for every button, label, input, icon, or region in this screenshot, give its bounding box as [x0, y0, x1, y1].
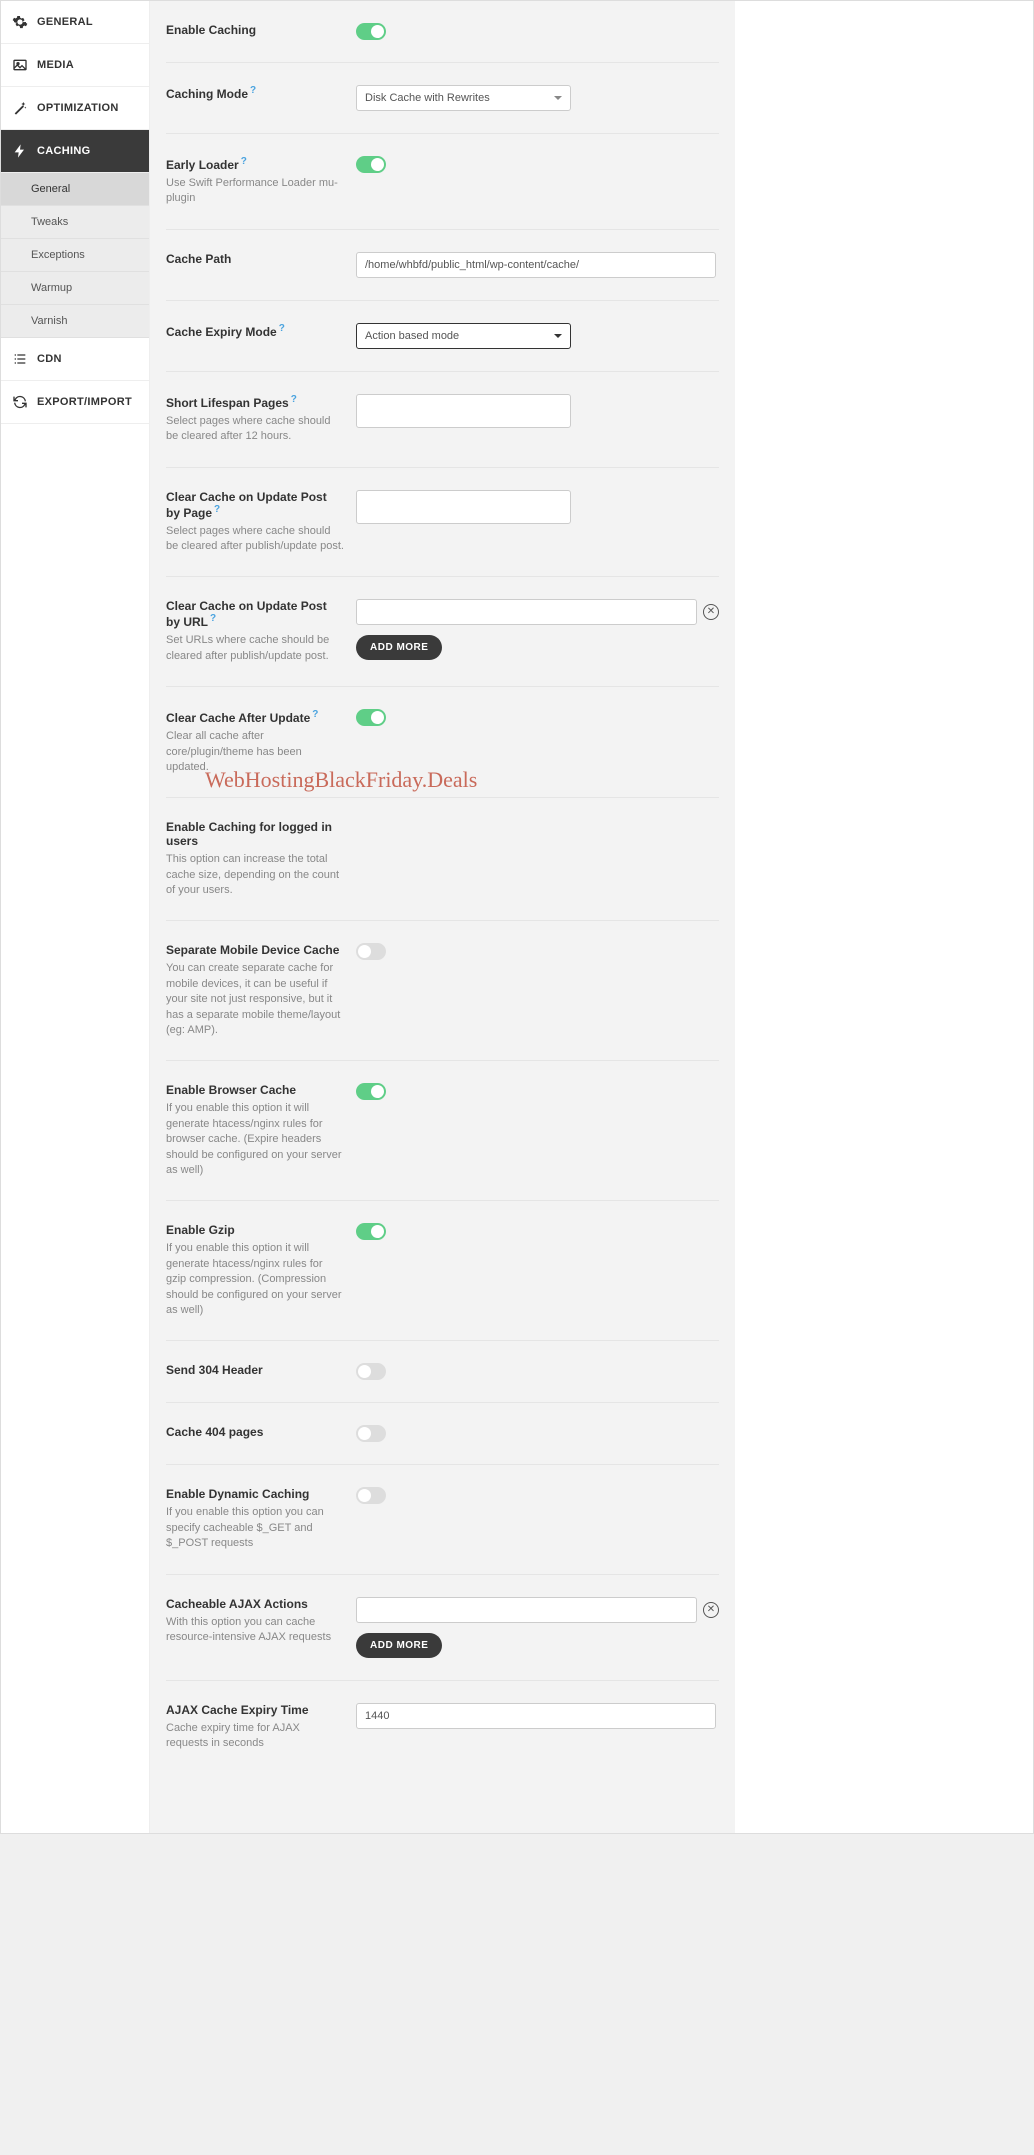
toggle-early-loader[interactable]	[356, 156, 386, 173]
help-icon[interactable]: ?	[214, 504, 220, 515]
label-dynamic: Enable Dynamic Caching	[166, 1487, 309, 1501]
desc-ajax-expiry: Cache expiry time for AJAX requests in s…	[166, 1721, 344, 1752]
sidebar: GENERAL MEDIA OPTIMIZATION CACHING Gener…	[1, 1, 150, 1833]
toggle-mobile[interactable]	[356, 943, 386, 960]
desc-update-by-page: Select pages where cache should be clear…	[166, 524, 344, 555]
nav-optimization[interactable]: OPTIMIZATION	[1, 87, 149, 130]
input-short-lifespan[interactable]	[356, 394, 571, 428]
wand-icon	[11, 99, 29, 117]
label-gzip: Enable Gzip	[166, 1223, 235, 1237]
help-icon[interactable]: ?	[279, 323, 285, 334]
input-ajax-actions[interactable]	[356, 1597, 697, 1623]
toggle-dynamic[interactable]	[356, 1487, 386, 1504]
desc-logged-in: This option can increase the total cache…	[166, 852, 344, 898]
nav-label: EXPORT/IMPORT	[37, 396, 132, 408]
label-ajax-expiry: AJAX Cache Expiry Time	[166, 1703, 309, 1717]
toggle-send-304[interactable]	[356, 1363, 386, 1380]
subnav-tweaks[interactable]: Tweaks	[1, 206, 149, 239]
nav-caching[interactable]: CACHING	[1, 130, 149, 173]
input-ajax-expiry[interactable]	[356, 1703, 716, 1729]
label-enable-caching: Enable Caching	[166, 23, 256, 37]
bolt-icon	[11, 142, 29, 160]
toggle-gzip[interactable]	[356, 1223, 386, 1240]
nav-label: CACHING	[37, 145, 90, 157]
nav-export-import[interactable]: EXPORT/IMPORT	[1, 381, 149, 424]
desc-dynamic: If you enable this option you can specif…	[166, 1505, 344, 1551]
toggle-after-update[interactable]	[356, 709, 386, 726]
toggle-browser-cache[interactable]	[356, 1083, 386, 1100]
nav-media[interactable]: MEDIA	[1, 44, 149, 87]
label-update-by-url: Clear Cache on Update Post by URL	[166, 599, 327, 629]
nav-label: CDN	[37, 353, 62, 365]
desc-short-lifespan: Select pages where cache should be clear…	[166, 414, 344, 445]
desc-update-by-url: Set URLs where cache should be cleared a…	[166, 633, 344, 664]
help-icon[interactable]: ?	[250, 85, 256, 96]
image-icon	[11, 56, 29, 74]
help-icon[interactable]: ?	[241, 156, 247, 167]
desc-gzip: If you enable this option it will genera…	[166, 1241, 344, 1318]
label-cache-path: Cache Path	[166, 252, 231, 266]
label-logged-in: Enable Caching for logged in users	[166, 820, 332, 848]
list-icon	[11, 350, 29, 368]
subnav-general[interactable]: General	[1, 173, 149, 206]
gear-icon	[11, 13, 29, 31]
help-icon[interactable]: ?	[291, 394, 297, 405]
label-caching-mode: Caching Mode	[166, 87, 248, 101]
nav-label: MEDIA	[37, 59, 74, 71]
toggle-enable-caching[interactable]	[356, 23, 386, 40]
nav-label: GENERAL	[37, 16, 93, 28]
subnav-exceptions[interactable]: Exceptions	[1, 239, 149, 272]
desc-browser-cache: If you enable this option it will genera…	[166, 1101, 344, 1178]
input-update-by-url[interactable]	[356, 599, 697, 625]
add-more-button[interactable]: ADD MORE	[356, 1633, 442, 1658]
label-browser-cache: Enable Browser Cache	[166, 1083, 296, 1097]
desc-after-update: Clear all cache after core/plugin/theme …	[166, 729, 344, 775]
settings-panel: WebHostingBlackFriday.Deals Enable Cachi…	[150, 1, 735, 1833]
select-expiry-mode[interactable]: Action based mode	[356, 323, 571, 349]
label-update-by-page: Clear Cache on Update Post by Page	[166, 490, 327, 520]
label-expiry-mode: Cache Expiry Mode	[166, 325, 277, 339]
input-update-by-page[interactable]	[356, 490, 571, 524]
label-early-loader: Early Loader	[166, 158, 239, 172]
add-more-button[interactable]: ADD MORE	[356, 635, 442, 660]
help-icon[interactable]: ?	[312, 709, 318, 720]
remove-icon[interactable]: ✕	[703, 604, 719, 620]
desc-ajax-actions: With this option you can cache resource-…	[166, 1615, 344, 1646]
label-cache-404: Cache 404 pages	[166, 1425, 263, 1439]
label-send-304: Send 304 Header	[166, 1363, 263, 1377]
subnav-warmup[interactable]: Warmup	[1, 272, 149, 305]
remove-icon[interactable]: ✕	[703, 1602, 719, 1618]
label-short-lifespan: Short Lifespan Pages	[166, 396, 289, 410]
subnav-varnish[interactable]: Varnish	[1, 305, 149, 338]
nav-label: OPTIMIZATION	[37, 102, 119, 114]
nav-cdn[interactable]: CDN	[1, 338, 149, 381]
label-ajax-actions: Cacheable AJAX Actions	[166, 1597, 308, 1611]
label-mobile: Separate Mobile Device Cache	[166, 943, 339, 957]
desc-mobile: You can create separate cache for mobile…	[166, 961, 344, 1038]
refresh-icon	[11, 393, 29, 411]
help-icon[interactable]: ?	[210, 613, 216, 624]
select-caching-mode[interactable]: Disk Cache with Rewrites	[356, 85, 571, 111]
input-cache-path[interactable]	[356, 252, 716, 278]
label-after-update: Clear Cache After Update	[166, 711, 310, 725]
nav-general[interactable]: GENERAL	[1, 1, 149, 44]
toggle-cache-404[interactable]	[356, 1425, 386, 1442]
desc-early-loader: Use Swift Performance Loader mu-plugin	[166, 176, 344, 207]
